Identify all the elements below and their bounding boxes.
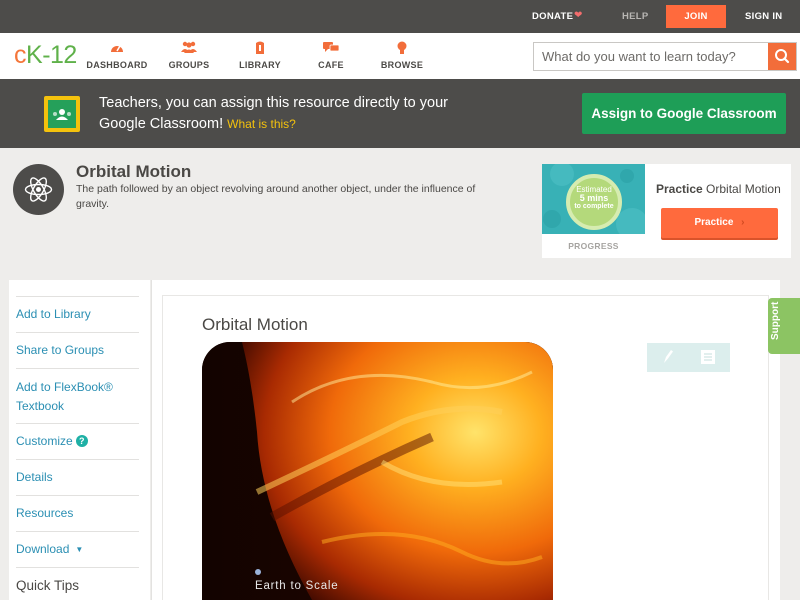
assign-to-google-classroom-button[interactable]: Assign to Google Classroom (582, 93, 786, 134)
sign-in-link[interactable]: SIGN IN (745, 11, 782, 22)
search-button[interactable] (768, 43, 796, 70)
sidebar-item-share-to-groups[interactable]: Share to Groups (16, 333, 139, 369)
join-button[interactable]: JOIN (666, 5, 726, 28)
google-classroom-banner: Teachers, you can assign this resource d… (0, 79, 800, 148)
nav-cafe[interactable]: CAFE (296, 41, 366, 70)
google-classroom-icon (44, 96, 80, 132)
help-link[interactable]: HELP (622, 11, 649, 22)
content-title: Orbital Motion (202, 315, 308, 334)
search-icon (775, 49, 790, 64)
practice-button[interactable]: Practice › (661, 208, 778, 238)
concept-title: Orbital Motion (76, 162, 192, 181)
pencil-icon[interactable] (661, 349, 675, 370)
concept-description: The path followed by an object revolving… (76, 183, 476, 210)
quick-tips-heading[interactable]: Quick Tips (16, 578, 79, 593)
support-tab[interactable]: Support (768, 298, 800, 354)
solar-flare-video[interactable] (202, 342, 553, 600)
chevron-right-icon: › (741, 217, 745, 228)
help-icon[interactable]: ? (75, 435, 88, 447)
sidebar-item-resources[interactable]: Resources (16, 496, 139, 532)
sidebar-item-download[interactable]: Download ▼ (16, 532, 139, 568)
media-caption: Earth to Scale (255, 580, 339, 592)
banner-text-block: Teachers, you can assign this resource d… (99, 93, 479, 135)
top-bar: DONATE ❤ HELP JOIN SIGN IN (0, 0, 800, 33)
nav-browse[interactable]: BROWSE (367, 41, 437, 70)
sidebar-item-customize[interactable]: Customize? (16, 424, 139, 460)
estimated-time-badge: Estimated 5 mins to complete (566, 174, 622, 230)
groups-icon (154, 41, 224, 57)
browse-icon (367, 41, 437, 57)
content-tools (647, 343, 730, 372)
practice-card: Estimated 5 mins to complete PROGRESS Pr… (542, 164, 791, 258)
progress-tile: Estimated 5 mins to complete (542, 164, 645, 234)
nav-library[interactable]: LIBRARY (225, 41, 295, 70)
notes-icon[interactable] (701, 350, 715, 369)
what-is-this-link[interactable]: What is this? (227, 117, 296, 131)
progress-label: PROGRESS (568, 241, 619, 251)
search-box (533, 42, 797, 71)
nav-dashboard[interactable]: DASHBOARD (82, 41, 152, 70)
library-icon (225, 41, 295, 57)
nav-groups[interactable]: GROUPS (154, 41, 224, 70)
sidebar-item-details[interactable]: Details (16, 460, 139, 496)
caret-down-icon: ▼ (75, 545, 84, 554)
ck12-logo[interactable]: cK-12 (14, 41, 77, 70)
earth-scale-icon (255, 569, 261, 575)
cafe-icon (296, 41, 366, 57)
practice-title: Practice Orbital Motion (656, 182, 781, 196)
dashboard-icon (82, 41, 152, 57)
search-input[interactable] (534, 43, 768, 70)
atom-icon (13, 164, 64, 215)
sidebar-item-add-to-library[interactable]: Add to Library (16, 296, 139, 333)
main-nav: cK-12 DASHBOARD GROUPS LIBRARY CAFE BROW… (0, 33, 800, 79)
donate-link[interactable]: DONATE (532, 11, 573, 22)
sidebar-item-add-to-flexbook[interactable]: Add to FlexBook® Textbook (16, 369, 139, 424)
heart-icon: ❤ (574, 10, 583, 21)
